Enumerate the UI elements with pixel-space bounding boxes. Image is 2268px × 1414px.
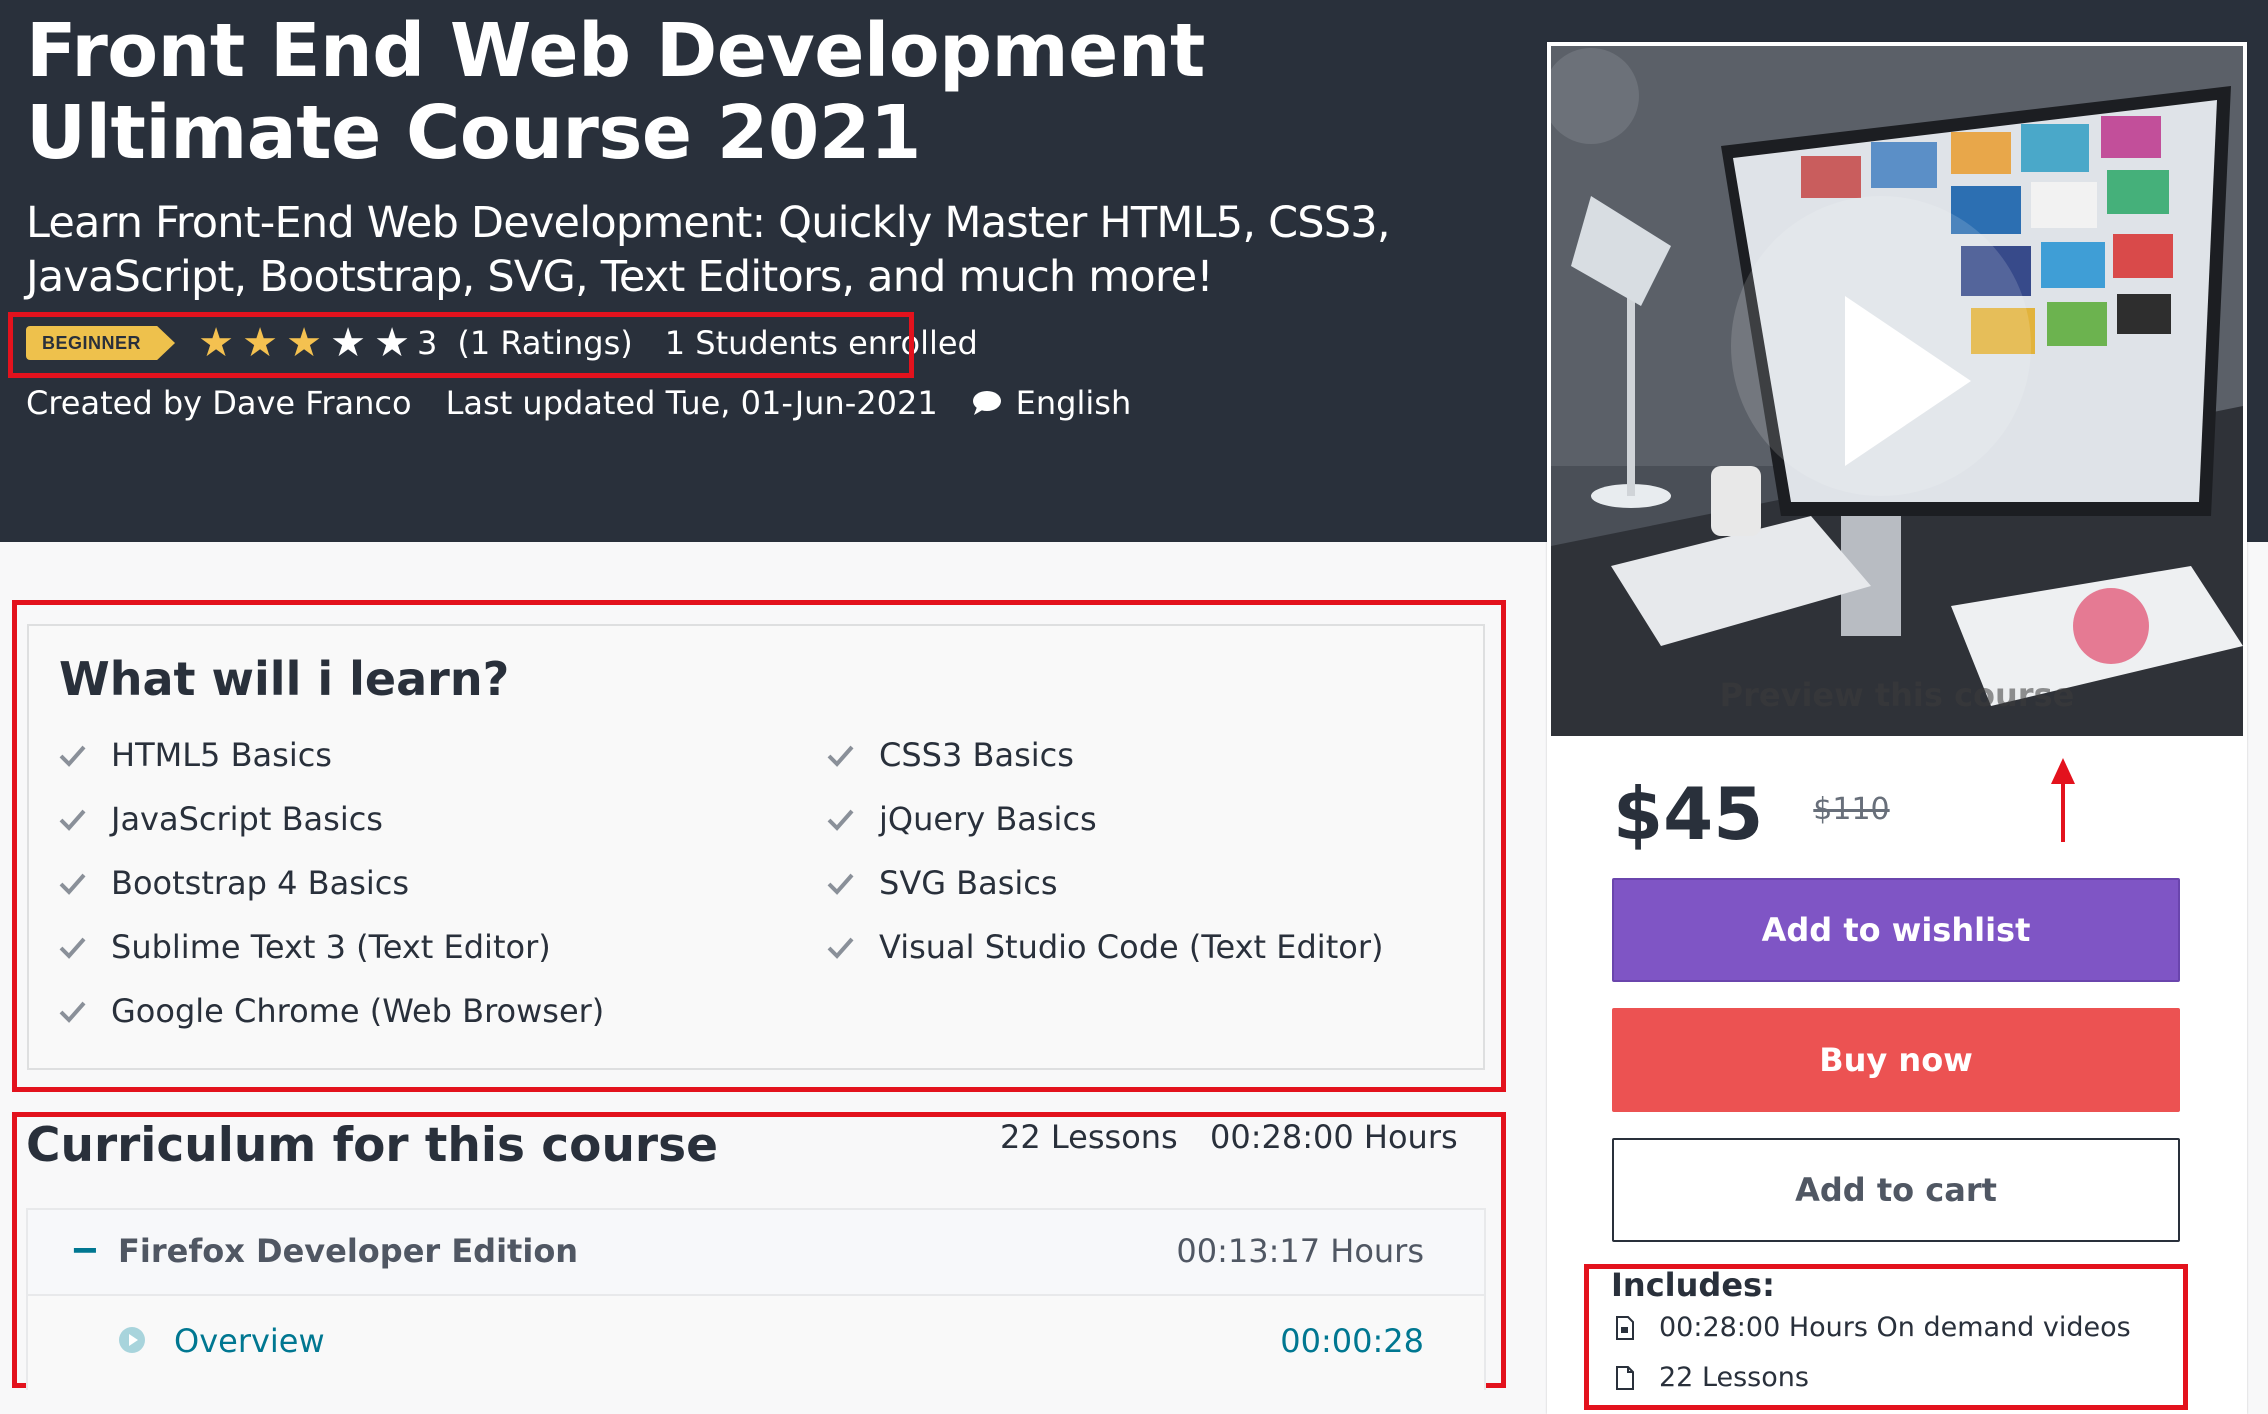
learn-item-label: HTML5 Basics [111,736,332,774]
section-title[interactable]: Firefox Developer Edition [118,1232,578,1270]
learn-item: Bootstrap 4 Basics [57,864,409,902]
learn-heading: What will i learn? [59,652,510,706]
check-icon [827,745,854,767]
section-duration: 00:13:17 Hours [1176,1232,1424,1270]
check-icon [827,873,854,895]
learn-item-label: Google Chrome (Web Browser) [111,992,605,1030]
last-updated: Last updated Tue, 01-Jun-2021 [445,384,938,422]
language-label: English [1015,384,1132,422]
course-byline: Created by Dave Franco Last updated Tue,… [26,378,1131,428]
learn-item-label: SVG Basics [879,864,1058,902]
preview-caption: Preview this course [1719,676,2075,714]
course-subtitle: Learn Front-End Web Development: Quickly… [26,198,1391,302]
learn-item-label: CSS3 Basics [879,736,1074,774]
learn-item: CSS3 Basics [825,736,1074,774]
preview-thumbnail [1551,46,2243,736]
learn-item: HTML5 Basics [57,736,332,774]
collapse-icon[interactable]: − [72,1226,98,1276]
play-circle-icon[interactable] [118,1326,146,1354]
curriculum-lessons-count: 22 Lessons [1000,1118,1178,1156]
add-to-cart-button[interactable]: Add to cart [1612,1138,2180,1242]
purchase-sidebar: Preview this course $45 $110 Add to wish… [1547,42,2247,1414]
curriculum-title: Curriculum for this course [26,1118,718,1173]
learn-card: What will i learn? HTML5 Basics CSS3 Bas… [27,624,1485,1070]
created-by: Created by Dave Franco [26,384,412,422]
learn-item: SVG Basics [825,864,1058,902]
annotation-box-includes [1584,1264,2188,1410]
learn-item-label: Bootstrap 4 Basics [111,864,410,902]
buy-now-button[interactable]: Buy now [1612,1008,2180,1112]
check-icon [827,809,854,831]
learn-item: Google Chrome (Web Browser) [57,992,604,1030]
lesson-title-link[interactable]: Overview [174,1322,325,1360]
learn-item: Sublime Text 3 (Text Editor) [57,928,551,966]
check-icon [59,745,86,767]
learn-item-label: jQuery Basics [879,800,1097,838]
learn-item: Visual Studio Code (Text Editor) [825,928,1383,966]
course-preview-video[interactable]: Preview this course [1551,46,2243,736]
learn-item-label: Sublime Text 3 (Text Editor) [111,928,551,966]
check-icon [827,937,854,959]
learn-item: jQuery Basics [825,800,1097,838]
learn-item-label: JavaScript Basics [111,800,383,838]
speech-bubble-icon [972,391,1001,415]
annotation-box-meta [8,312,914,378]
lesson-row[interactable]: Overview 00:00:28 [26,1296,1486,1390]
curriculum-total-hours: 00:28:00 Hours [1210,1118,1458,1156]
course-title: Front End Web Development Ultimate Cours… [26,8,1205,176]
check-icon [59,809,86,831]
check-icon [59,873,86,895]
curriculum-section[interactable]: − Firefox Developer Edition 00:13:17 Hou… [26,1208,1486,1296]
learn-item: JavaScript Basics [57,800,383,838]
check-icon [59,1001,86,1023]
arrow-up-icon [2051,758,2075,842]
price-row: $45 $110 [1613,772,1890,856]
price-original: $110 [1813,792,1890,827]
price-current: $45 [1613,772,1764,856]
learn-item-label: Visual Studio Code (Text Editor) [879,928,1384,966]
check-icon [59,937,86,959]
course-language: English [972,384,1132,422]
add-to-wishlist-button[interactable]: Add to wishlist [1612,878,2180,982]
lesson-duration: 00:00:28 [1280,1322,1424,1360]
